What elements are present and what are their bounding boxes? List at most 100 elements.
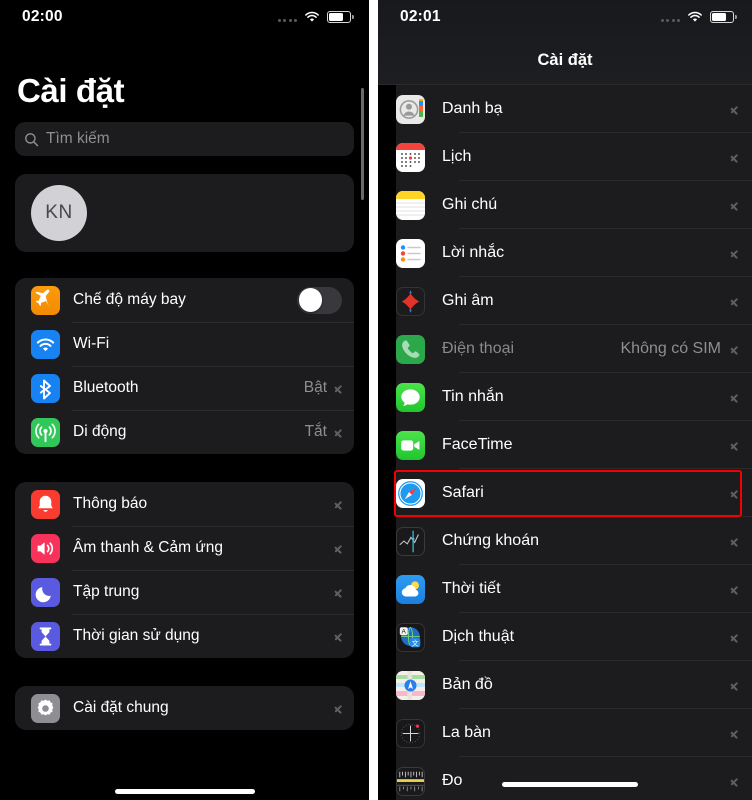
- chevron-right-icon: [334, 702, 342, 715]
- row-label: FaceTime: [442, 436, 513, 453]
- row-phone[interactable]: Điện thoại Không có SIM: [396, 325, 752, 373]
- compass-icon: [396, 718, 425, 748]
- chevron-right-icon: [334, 426, 342, 439]
- avatar: KN: [31, 185, 87, 241]
- status-bar-left: 02:00: [0, 0, 369, 34]
- chevron-right-icon: [334, 382, 342, 395]
- search-placeholder: Tìm kiếm: [46, 130, 110, 147]
- row-stocks[interactable]: Chứng khoán: [396, 517, 752, 565]
- status-time: 02:01: [400, 8, 441, 25]
- row-compass[interactable]: La bàn: [396, 709, 752, 757]
- phone-icon: [396, 334, 425, 364]
- row-value: Không có SIM: [620, 340, 722, 357]
- row-label: Lịch: [442, 148, 472, 165]
- apple-id-row[interactable]: KN: [15, 174, 354, 252]
- row-label: Thời gian sử dụng: [73, 627, 200, 644]
- sounds-haptics-icon: [31, 533, 60, 563]
- chevron-right-icon: [730, 391, 738, 404]
- signal-dots-icon: [277, 13, 297, 22]
- chevron-right-icon: [730, 151, 738, 164]
- row-label: Điện thoại: [442, 340, 515, 357]
- row-label: Chứng khoán: [442, 532, 539, 549]
- signal-dots-icon: [660, 13, 680, 22]
- airplane-mode-toggle[interactable]: [297, 286, 342, 314]
- right-phone-screen: 02:01 Cài đặt Danh bạ Lịch Ghi chú Lời n…: [378, 0, 752, 800]
- status-bar-right: 02:01: [378, 0, 752, 34]
- scrollbar-left[interactable]: [361, 88, 364, 200]
- row-weather[interactable]: Thời tiết: [396, 565, 752, 613]
- chevron-right-icon: [730, 631, 738, 644]
- panel-divider: [369, 0, 378, 800]
- row-label: Di động: [73, 423, 127, 440]
- weather-icon: [396, 574, 425, 604]
- left-phone-screen: 02:00 Cài đặt Tìm kiếm KN Chế độ máy bay…: [0, 0, 369, 800]
- row-cellular[interactable]: Di động Tắt: [15, 410, 354, 454]
- home-indicator: [502, 782, 638, 787]
- focus-icon: [31, 577, 60, 607]
- row-label: Chế độ máy bay: [73, 291, 186, 308]
- row-general[interactable]: Cài đặt chung: [15, 686, 354, 730]
- bluetooth-icon: [31, 373, 60, 403]
- svg-text:文: 文: [412, 638, 419, 647]
- chevron-right-icon: [730, 199, 738, 212]
- row-label: Dịch thuật: [442, 628, 515, 645]
- voice-memos-icon: [396, 286, 425, 316]
- row-screen-time[interactable]: Thời gian sử dụng: [15, 614, 354, 658]
- row-sounds-haptics[interactable]: Âm thanh & Cảm ứng: [15, 526, 354, 570]
- row-label: Tập trung: [73, 583, 140, 600]
- chevron-right-icon: [334, 542, 342, 555]
- row-voice-memos[interactable]: Ghi âm: [396, 277, 752, 325]
- row-label: Ghi chú: [442, 196, 498, 213]
- row-notes[interactable]: Ghi chú: [396, 181, 752, 229]
- chevron-right-icon: [730, 439, 738, 452]
- row-wifi[interactable]: Wi-Fi: [15, 322, 354, 366]
- row-label: Thông báo: [73, 495, 148, 512]
- navigation-bar: 02:01 Cài đặt: [378, 0, 752, 85]
- wifi-icon: [687, 11, 703, 23]
- messages-icon: [396, 382, 425, 412]
- home-indicator: [115, 789, 255, 794]
- wifi-icon: [304, 11, 320, 23]
- chevron-right-icon: [730, 775, 738, 788]
- calendar-icon: [396, 142, 425, 172]
- row-bluetooth[interactable]: Bluetooth Bật: [15, 366, 354, 410]
- row-label: Safari: [442, 484, 484, 501]
- contacts-icon: [396, 94, 425, 124]
- svg-text:A: A: [402, 628, 407, 635]
- row-label: Danh bạ: [442, 100, 503, 117]
- profile-card[interactable]: KN: [15, 174, 354, 252]
- row-safari[interactable]: Safari: [396, 469, 752, 517]
- row-reminders[interactable]: Lời nhắc: [396, 229, 752, 277]
- chevron-right-icon: [730, 343, 738, 356]
- row-airplane-mode[interactable]: Chế độ máy bay: [15, 278, 354, 322]
- wifi-app-icon: [31, 329, 60, 359]
- row-focus[interactable]: Tập trung: [15, 570, 354, 614]
- apps-group: Danh bạ Lịch Ghi chú Lời nhắc Ghi âm Điệ…: [396, 85, 752, 800]
- screen-time-icon: [31, 621, 60, 651]
- status-time: 02:00: [22, 8, 63, 25]
- airplane-icon: [31, 285, 60, 315]
- row-label: Tin nhắn: [442, 388, 504, 405]
- row-value: Bật: [303, 379, 327, 396]
- settings-group-connectivity: Chế độ máy bay Wi-Fi Bluetooth Bật Di độ…: [15, 278, 354, 454]
- row-label: Bản đồ: [442, 676, 493, 693]
- row-translate[interactable]: A文 Dịch thuật: [396, 613, 752, 661]
- row-label: Cài đặt chung: [73, 699, 169, 716]
- reminders-icon: [396, 238, 425, 268]
- search-input[interactable]: Tìm kiếm: [15, 122, 354, 156]
- chevron-right-icon: [730, 295, 738, 308]
- row-facetime[interactable]: FaceTime: [396, 421, 752, 469]
- row-measure[interactable]: Đo: [396, 757, 752, 800]
- notes-icon: [396, 190, 425, 220]
- status-indicators: [277, 11, 354, 23]
- chevron-right-icon: [334, 630, 342, 643]
- translate-icon: A文: [396, 622, 425, 652]
- row-calendar[interactable]: Lịch: [396, 133, 752, 181]
- row-maps[interactable]: Bản đồ: [396, 661, 752, 709]
- row-contacts[interactable]: Danh bạ: [396, 85, 752, 133]
- row-notifications[interactable]: Thông báo: [15, 482, 354, 526]
- row-label: Wi-Fi: [73, 335, 110, 352]
- settings-apps-list[interactable]: Danh bạ Lịch Ghi chú Lời nhắc Ghi âm Điệ…: [378, 85, 752, 800]
- row-messages[interactable]: Tin nhắn: [396, 373, 752, 421]
- row-label: Âm thanh & Cảm ứng: [73, 539, 223, 556]
